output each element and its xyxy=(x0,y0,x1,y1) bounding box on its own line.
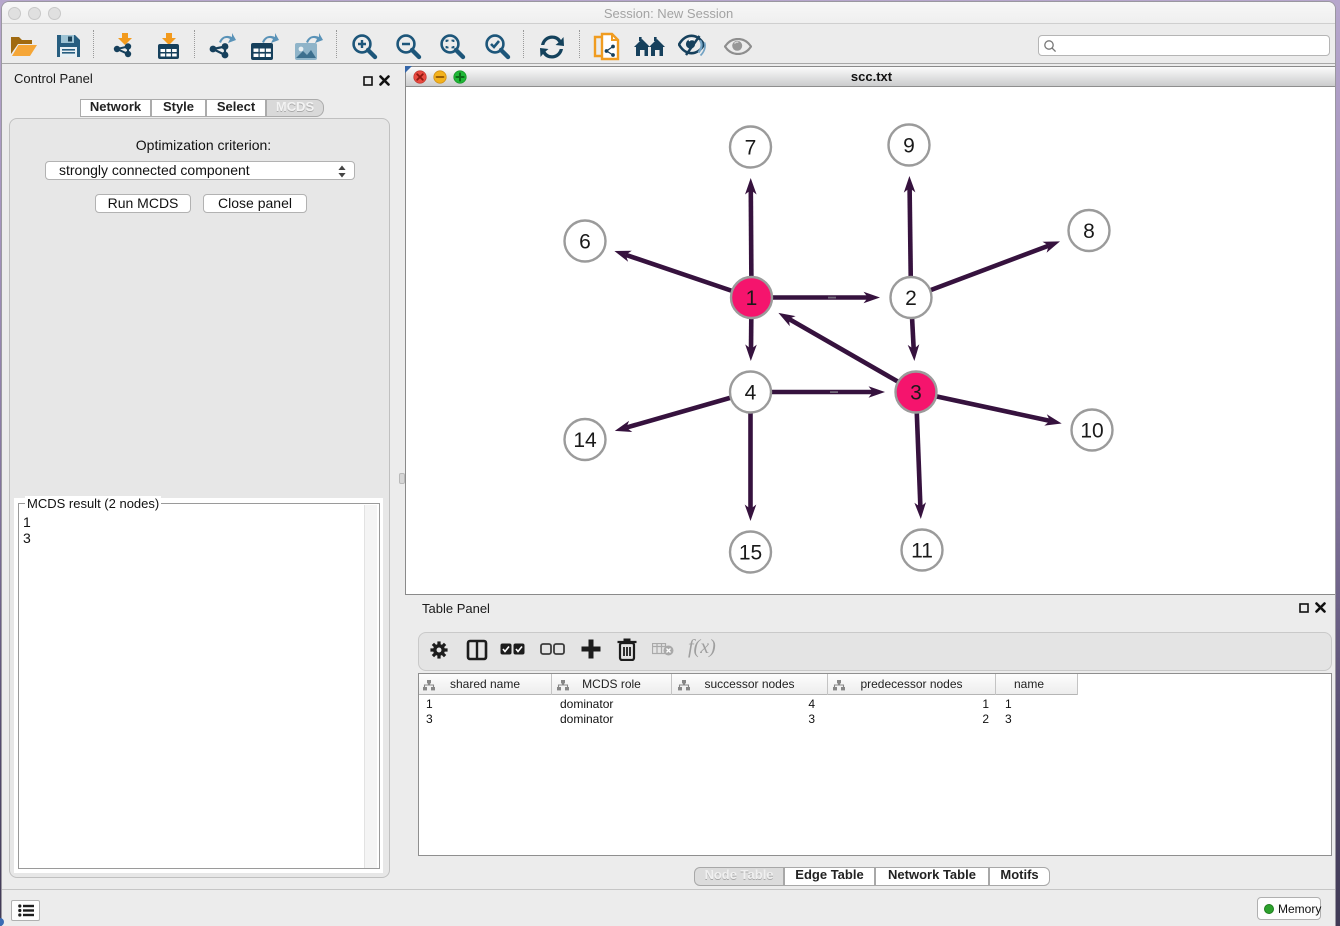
svg-text:6: 6 xyxy=(579,231,591,254)
svg-text:15: 15 xyxy=(739,542,762,565)
svg-text:10: 10 xyxy=(1080,420,1103,443)
svg-text:7: 7 xyxy=(745,137,757,160)
svg-text:3: 3 xyxy=(910,382,922,405)
svg-text:9: 9 xyxy=(903,135,915,158)
svg-text:1: 1 xyxy=(746,287,758,310)
svg-text:2: 2 xyxy=(905,287,917,310)
svg-text:4: 4 xyxy=(745,382,757,405)
svg-text:14: 14 xyxy=(573,429,597,452)
svg-text:11: 11 xyxy=(911,540,933,563)
svg-text:8: 8 xyxy=(1083,220,1095,243)
